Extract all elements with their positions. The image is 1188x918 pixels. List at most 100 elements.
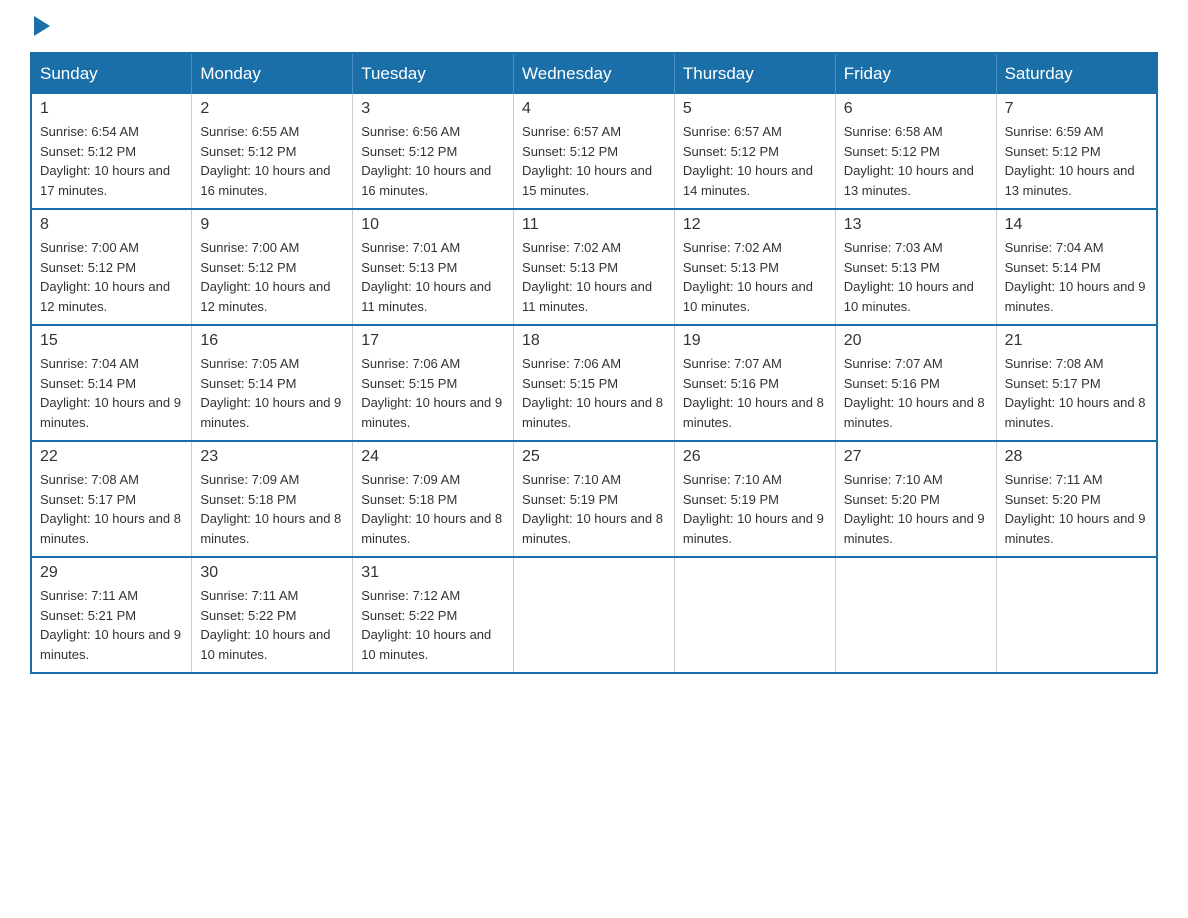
- calendar-cell: 8 Sunrise: 7:00 AMSunset: 5:12 PMDayligh…: [31, 209, 192, 325]
- day-number: 9: [200, 216, 344, 234]
- calendar-week-1: 1 Sunrise: 6:54 AMSunset: 5:12 PMDayligh…: [31, 94, 1157, 209]
- calendar-cell: 9 Sunrise: 7:00 AMSunset: 5:12 PMDayligh…: [192, 209, 353, 325]
- calendar-week-5: 29 Sunrise: 7:11 AMSunset: 5:21 PMDaylig…: [31, 557, 1157, 673]
- day-number: 2: [200, 100, 344, 118]
- logo: [30, 20, 50, 32]
- calendar-cell: 31 Sunrise: 7:12 AMSunset: 5:22 PMDaylig…: [353, 557, 514, 673]
- day-info: Sunrise: 7:08 AMSunset: 5:17 PMDaylight:…: [1005, 354, 1148, 432]
- day-number: 16: [200, 332, 344, 350]
- day-info: Sunrise: 7:07 AMSunset: 5:16 PMDaylight:…: [844, 354, 988, 432]
- day-info: Sunrise: 6:58 AMSunset: 5:12 PMDaylight:…: [844, 122, 988, 200]
- day-number: 19: [683, 332, 827, 350]
- day-info: Sunrise: 7:07 AMSunset: 5:16 PMDaylight:…: [683, 354, 827, 432]
- day-number: 13: [844, 216, 988, 234]
- day-number: 25: [522, 448, 666, 466]
- day-number: 8: [40, 216, 183, 234]
- calendar-cell: 7 Sunrise: 6:59 AMSunset: 5:12 PMDayligh…: [996, 94, 1157, 209]
- day-info: Sunrise: 7:04 AMSunset: 5:14 PMDaylight:…: [40, 354, 183, 432]
- calendar-cell: 12 Sunrise: 7:02 AMSunset: 5:13 PMDaylig…: [674, 209, 835, 325]
- calendar-table: SundayMondayTuesdayWednesdayThursdayFrid…: [30, 52, 1158, 674]
- day-number: 26: [683, 448, 827, 466]
- calendar-header-row: SundayMondayTuesdayWednesdayThursdayFrid…: [31, 53, 1157, 94]
- day-number: 20: [844, 332, 988, 350]
- day-number: 17: [361, 332, 505, 350]
- column-header-friday: Friday: [835, 53, 996, 94]
- column-header-tuesday: Tuesday: [353, 53, 514, 94]
- day-info: Sunrise: 7:04 AMSunset: 5:14 PMDaylight:…: [1005, 238, 1148, 316]
- day-info: Sunrise: 6:59 AMSunset: 5:12 PMDaylight:…: [1005, 122, 1148, 200]
- calendar-cell: 23 Sunrise: 7:09 AMSunset: 5:18 PMDaylig…: [192, 441, 353, 557]
- day-number: 1: [40, 100, 183, 118]
- day-info: Sunrise: 7:08 AMSunset: 5:17 PMDaylight:…: [40, 470, 183, 548]
- calendar-cell: 18 Sunrise: 7:06 AMSunset: 5:15 PMDaylig…: [514, 325, 675, 441]
- day-info: Sunrise: 7:02 AMSunset: 5:13 PMDaylight:…: [683, 238, 827, 316]
- calendar-cell: 5 Sunrise: 6:57 AMSunset: 5:12 PMDayligh…: [674, 94, 835, 209]
- day-number: 10: [361, 216, 505, 234]
- day-number: 22: [40, 448, 183, 466]
- day-info: Sunrise: 7:03 AMSunset: 5:13 PMDaylight:…: [844, 238, 988, 316]
- calendar-cell: 1 Sunrise: 6:54 AMSunset: 5:12 PMDayligh…: [31, 94, 192, 209]
- calendar-cell: 4 Sunrise: 6:57 AMSunset: 5:12 PMDayligh…: [514, 94, 675, 209]
- day-number: 27: [844, 448, 988, 466]
- day-number: 18: [522, 332, 666, 350]
- day-info: Sunrise: 7:06 AMSunset: 5:15 PMDaylight:…: [361, 354, 505, 432]
- calendar-cell: 6 Sunrise: 6:58 AMSunset: 5:12 PMDayligh…: [835, 94, 996, 209]
- calendar-cell: 22 Sunrise: 7:08 AMSunset: 5:17 PMDaylig…: [31, 441, 192, 557]
- column-header-wednesday: Wednesday: [514, 53, 675, 94]
- day-info: Sunrise: 7:00 AMSunset: 5:12 PMDaylight:…: [200, 238, 344, 316]
- day-info: Sunrise: 7:00 AMSunset: 5:12 PMDaylight:…: [40, 238, 183, 316]
- calendar-cell: 2 Sunrise: 6:55 AMSunset: 5:12 PMDayligh…: [192, 94, 353, 209]
- page-header: [30, 20, 1158, 32]
- day-number: 24: [361, 448, 505, 466]
- day-number: 14: [1005, 216, 1148, 234]
- day-number: 15: [40, 332, 183, 350]
- day-info: Sunrise: 6:57 AMSunset: 5:12 PMDaylight:…: [522, 122, 666, 200]
- calendar-cell: [835, 557, 996, 673]
- day-info: Sunrise: 7:11 AMSunset: 5:22 PMDaylight:…: [200, 586, 344, 664]
- calendar-cell: 19 Sunrise: 7:07 AMSunset: 5:16 PMDaylig…: [674, 325, 835, 441]
- day-info: Sunrise: 6:55 AMSunset: 5:12 PMDaylight:…: [200, 122, 344, 200]
- day-number: 6: [844, 100, 988, 118]
- day-info: Sunrise: 7:11 AMSunset: 5:21 PMDaylight:…: [40, 586, 183, 664]
- calendar-cell: [674, 557, 835, 673]
- day-info: Sunrise: 7:06 AMSunset: 5:15 PMDaylight:…: [522, 354, 666, 432]
- day-info: Sunrise: 6:57 AMSunset: 5:12 PMDaylight:…: [683, 122, 827, 200]
- day-number: 23: [200, 448, 344, 466]
- logo-arrow-icon: [34, 16, 50, 36]
- calendar-cell: 29 Sunrise: 7:11 AMSunset: 5:21 PMDaylig…: [31, 557, 192, 673]
- calendar-cell: 27 Sunrise: 7:10 AMSunset: 5:20 PMDaylig…: [835, 441, 996, 557]
- day-info: Sunrise: 7:12 AMSunset: 5:22 PMDaylight:…: [361, 586, 505, 664]
- day-info: Sunrise: 7:11 AMSunset: 5:20 PMDaylight:…: [1005, 470, 1148, 548]
- calendar-week-2: 8 Sunrise: 7:00 AMSunset: 5:12 PMDayligh…: [31, 209, 1157, 325]
- day-number: 12: [683, 216, 827, 234]
- day-number: 7: [1005, 100, 1148, 118]
- day-number: 11: [522, 216, 666, 234]
- calendar-cell: 21 Sunrise: 7:08 AMSunset: 5:17 PMDaylig…: [996, 325, 1157, 441]
- calendar-cell: 30 Sunrise: 7:11 AMSunset: 5:22 PMDaylig…: [192, 557, 353, 673]
- calendar-cell: 20 Sunrise: 7:07 AMSunset: 5:16 PMDaylig…: [835, 325, 996, 441]
- column-header-monday: Monday: [192, 53, 353, 94]
- day-number: 31: [361, 564, 505, 582]
- calendar-cell: 15 Sunrise: 7:04 AMSunset: 5:14 PMDaylig…: [31, 325, 192, 441]
- calendar-cell: 3 Sunrise: 6:56 AMSunset: 5:12 PMDayligh…: [353, 94, 514, 209]
- day-info: Sunrise: 7:05 AMSunset: 5:14 PMDaylight:…: [200, 354, 344, 432]
- calendar-body: 1 Sunrise: 6:54 AMSunset: 5:12 PMDayligh…: [31, 94, 1157, 673]
- day-info: Sunrise: 6:56 AMSunset: 5:12 PMDaylight:…: [361, 122, 505, 200]
- day-number: 21: [1005, 332, 1148, 350]
- calendar-cell: 24 Sunrise: 7:09 AMSunset: 5:18 PMDaylig…: [353, 441, 514, 557]
- calendar-cell: 25 Sunrise: 7:10 AMSunset: 5:19 PMDaylig…: [514, 441, 675, 557]
- calendar-cell: 14 Sunrise: 7:04 AMSunset: 5:14 PMDaylig…: [996, 209, 1157, 325]
- column-header-sunday: Sunday: [31, 53, 192, 94]
- day-info: Sunrise: 7:10 AMSunset: 5:19 PMDaylight:…: [683, 470, 827, 548]
- calendar-cell: 26 Sunrise: 7:10 AMSunset: 5:19 PMDaylig…: [674, 441, 835, 557]
- calendar-cell: 13 Sunrise: 7:03 AMSunset: 5:13 PMDaylig…: [835, 209, 996, 325]
- calendar-cell: 10 Sunrise: 7:01 AMSunset: 5:13 PMDaylig…: [353, 209, 514, 325]
- day-number: 3: [361, 100, 505, 118]
- day-info: Sunrise: 6:54 AMSunset: 5:12 PMDaylight:…: [40, 122, 183, 200]
- calendar-cell: 28 Sunrise: 7:11 AMSunset: 5:20 PMDaylig…: [996, 441, 1157, 557]
- day-number: 30: [200, 564, 344, 582]
- day-number: 29: [40, 564, 183, 582]
- day-info: Sunrise: 7:09 AMSunset: 5:18 PMDaylight:…: [361, 470, 505, 548]
- calendar-cell: 16 Sunrise: 7:05 AMSunset: 5:14 PMDaylig…: [192, 325, 353, 441]
- day-info: Sunrise: 7:10 AMSunset: 5:19 PMDaylight:…: [522, 470, 666, 548]
